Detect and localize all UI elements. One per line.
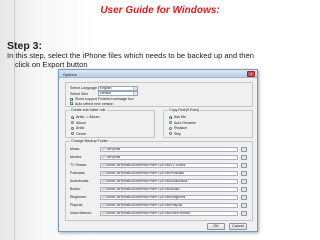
subfolder-option-artist-album[interactable]: Artist -> Album: [71, 115, 99, 119]
copy-option-label: Replace: [174, 126, 188, 130]
description-line-2: click on Export button: [15, 60, 88, 69]
dialog-title: Options: [63, 71, 77, 77]
radio-icon: [71, 126, 74, 130]
backup-path-input[interactable]: C:\Users\ToiPpedia\Documents\iPhone Tool…: [100, 195, 238, 200]
sub-folder-heading: Create sub folder rule: [70, 108, 107, 112]
skin-label: Select Skin: [70, 91, 88, 96]
radio-icon: [169, 115, 172, 119]
copy-option-ask-me[interactable]: Ask Me: [169, 115, 186, 119]
chevron-down-icon: [133, 86, 137, 90]
backup-path-input[interactable]: C:\Users\ToiPpedia\Documents\iPhone Tool…: [100, 179, 238, 184]
browse-button[interactable]: ...: [241, 187, 247, 192]
checkbox-icon: [70, 102, 73, 106]
language-select[interactable]: English: [98, 85, 138, 91]
slide-divider-line: [14, 0, 15, 240]
dialog-titlebar: Options ×: [59, 70, 257, 78]
radio-icon: [71, 115, 74, 119]
browse-button[interactable]: ...: [241, 147, 247, 152]
browse-button[interactable]: ...: [241, 179, 247, 184]
backup-folder-group: Change Backup Folder: Music: C:\ToiPpedia…: [65, 139, 253, 221]
general-options-group: Select Language English Select Skin Defa…: [65, 82, 253, 107]
slide-title: User Guide for Windows:: [100, 5, 220, 16]
copy-option-label: Skip: [174, 131, 181, 136]
browse-button[interactable]: ...: [241, 211, 247, 216]
skin-value: Default: [100, 91, 112, 95]
backup-row-label: Music:: [70, 147, 81, 151]
copy-option-auto-rename[interactable]: Auto Rename: [169, 121, 196, 125]
subfolder-option-album[interactable]: Album: [71, 121, 86, 125]
browse-button[interactable]: ...: [241, 163, 247, 168]
auto-detect-label: Auto detect new version: [75, 101, 114, 106]
radio-icon: [169, 126, 172, 130]
backup-path-input[interactable]: C:\Users\ToiPpedia\Documents\iPhone Tool…: [100, 211, 238, 216]
chevron-down-icon: [133, 92, 137, 95]
copy-option-label: Auto Rename: [174, 120, 196, 125]
browse-button[interactable]: ...: [241, 171, 247, 176]
radio-icon: [169, 132, 172, 136]
options-dialog: Options × Select Language English Select…: [58, 69, 258, 232]
copy-option-skip[interactable]: Skip: [169, 132, 181, 136]
description-line-1: In this step, select the iPhone files wh…: [7, 51, 254, 60]
browse-button[interactable]: ...: [241, 155, 247, 160]
ok-button[interactable]: OK: [207, 223, 225, 230]
copy-option-replace[interactable]: Replace: [169, 126, 187, 130]
show-support-checkbox[interactable]: Show support Finished message box: [70, 97, 134, 101]
step-description: In this step, select the iPhone files wh…: [7, 51, 315, 69]
browse-button[interactable]: ...: [241, 203, 247, 208]
checkbox-icon: [70, 97, 73, 101]
backup-row-label: Audiobooks:: [70, 179, 90, 183]
subfolder-option-label: Artist -> Album: [76, 115, 100, 119]
backup-row-label: TV Shows:: [70, 163, 87, 167]
subfolder-option-label: Genre: [76, 131, 86, 136]
subfolder-option-label: Artist: [76, 126, 85, 130]
language-label: Select Language: [70, 86, 97, 90]
show-support-label: Show support Finished message box: [75, 97, 134, 101]
subfolder-option-genre[interactable]: Genre: [71, 132, 86, 136]
subfolder-option-artist[interactable]: Artist: [71, 126, 84, 130]
cancel-button[interactable]: Cancel: [229, 223, 247, 230]
sub-folder-group: Create sub folder rule Artist -> Album A…: [65, 108, 155, 138]
backup-row-label: Movies:: [70, 155, 83, 159]
backup-path-input[interactable]: C:\ToiPpedia: [100, 147, 238, 152]
close-icon[interactable]: ×: [247, 71, 255, 77]
backup-row-label: PlayList:: [70, 203, 84, 207]
backup-path-input[interactable]: C:\Users\ToiPpedia\Documents\iPhone Tool…: [100, 203, 238, 208]
language-value: English: [100, 85, 112, 90]
copy-option-label: Ask Me: [174, 115, 186, 119]
backup-path-input[interactable]: C:\Users\ToiPpedia\Documents\iPhone Tool…: [100, 171, 238, 176]
backup-row-label: Books:: [70, 187, 81, 191]
backup-row-label: Voice Memos:: [70, 211, 92, 215]
radio-icon: [71, 121, 74, 125]
radio-icon: [169, 121, 172, 125]
backup-folder-heading: Change Backup Folder:: [70, 139, 110, 143]
subfolder-option-label: Album: [76, 120, 87, 125]
skin-select[interactable]: Default: [98, 91, 138, 96]
browse-button[interactable]: ...: [241, 195, 247, 200]
backup-path-input[interactable]: C:\Users\ToiPpedia\Documents\iPhone Tool…: [100, 187, 238, 192]
backup-row-label: Podcasts:: [70, 171, 86, 175]
copy-rule-heading: Copy Rule(If Exist): [168, 108, 200, 112]
backup-path-input[interactable]: C:\Users\ToiPpedia\Documents\iPhone Tool…: [100, 163, 238, 168]
radio-icon: [71, 132, 74, 136]
auto-detect-checkbox[interactable]: Auto detect new version: [70, 102, 113, 106]
copy-rule-group: Copy Rule(If Exist) Ask Me Auto Rename R…: [163, 108, 253, 138]
backup-path-input[interactable]: C:\ToiPpedia: [100, 155, 238, 160]
backup-row-label: Ringtones:: [70, 195, 87, 199]
